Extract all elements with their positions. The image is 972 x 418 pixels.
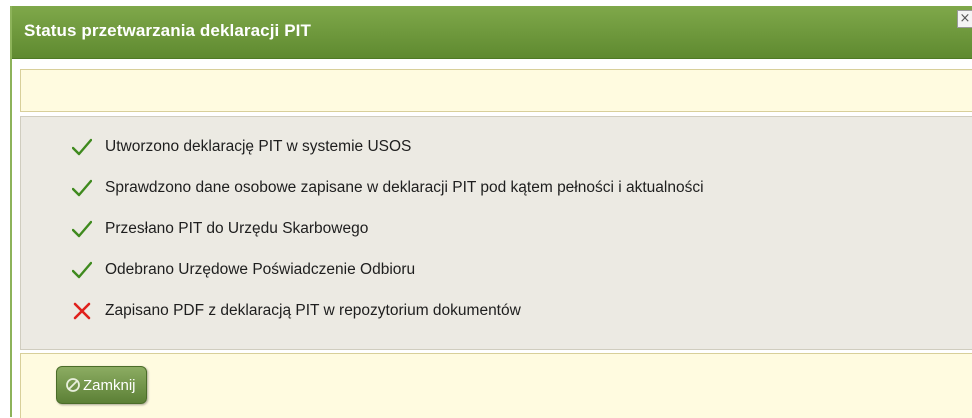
- status-panel: Utworzono deklarację PIT w systemie USOS…: [20, 116, 972, 350]
- cross-icon: [71, 300, 93, 322]
- message-band: [20, 69, 972, 112]
- status-item: Sprawdzono dane osobowe zapisane w dekla…: [71, 176, 704, 200]
- status-item-label: Zapisano PDF z deklaracją PIT w repozyto…: [105, 302, 521, 319]
- status-item: Utworzono deklarację PIT w systemie USOS: [71, 135, 411, 159]
- dialog-title: Status przetwarzania deklaracji PIT: [24, 21, 311, 40]
- checkmark-icon: [71, 177, 93, 199]
- dialog-title-bar[interactable]: Status przetwarzania deklaracji PIT: [12, 6, 972, 59]
- status-item: Zapisano PDF z deklaracją PIT w repozyto…: [71, 299, 521, 323]
- close-icon[interactable]: ×: [957, 10, 972, 28]
- status-item-label: Przesłano PIT do Urzędu Skarbowego: [105, 220, 369, 237]
- checkmark-icon: [71, 259, 93, 281]
- close-button[interactable]: Zamknij: [56, 366, 147, 404]
- status-item-label: Utworzono deklarację PIT w systemie USOS: [105, 138, 412, 155]
- checkmark-icon: [71, 218, 93, 240]
- status-item: Przesłano PIT do Urzędu Skarbowego: [71, 217, 368, 241]
- dialog-footer: Zamknij: [20, 353, 972, 418]
- pit-status-dialog: Status przetwarzania deklaracji PIT × Ut…: [10, 6, 972, 418]
- close-button-label: Zamknij: [83, 376, 136, 394]
- status-item-label: Sprawdzono dane osobowe zapisane w dekla…: [105, 179, 704, 196]
- checkmark-icon: [71, 136, 93, 158]
- cancel-circle-icon: [65, 377, 81, 393]
- status-item-label: Odebrano Urzędowe Poświadczenie Odbioru: [105, 261, 416, 278]
- status-item: Odebrano Urzędowe Poświadczenie Odbioru: [71, 258, 415, 282]
